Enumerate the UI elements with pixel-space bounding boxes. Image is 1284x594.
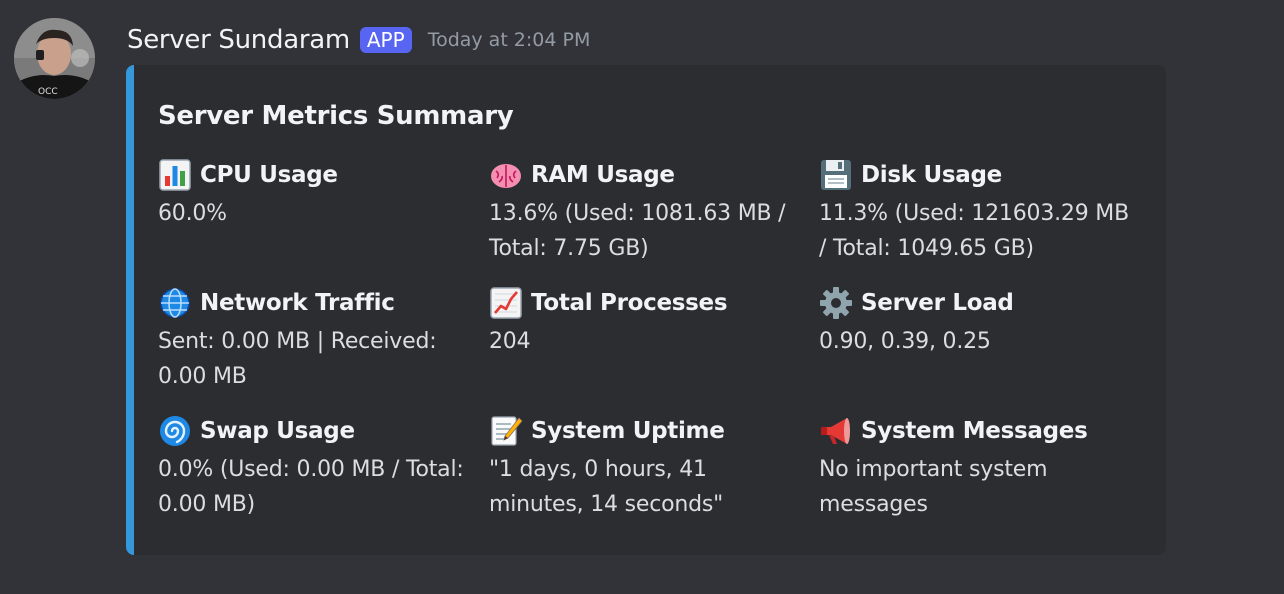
embed-accent-bar <box>126 65 134 555</box>
field-value: 0.0% (Used: 0.00 MB / Total: 0.00 MB) <box>158 457 464 517</box>
user-avatar-photo: OCC <box>14 18 95 99</box>
field-network-traffic: Network Traffic Sent: 0.00 MB | Received… <box>158 286 474 394</box>
memo-icon <box>489 414 523 448</box>
brain-icon <box>489 158 523 192</box>
field-value: 204 <box>489 329 531 354</box>
field-value: Sent: 0.00 MB | Received: 0.00 MB <box>158 329 437 389</box>
field-system-messages: System Messages No important system mess… <box>819 414 1135 522</box>
floppy-disk-icon <box>819 158 853 192</box>
field-ram-usage: RAM Usage 13.6% (Used: 1081.63 MB / Tota… <box>489 158 805 266</box>
chat-message: OCC Server Sundaram APP Today at 2:04 PM… <box>0 0 1284 594</box>
field-name-label: Network Traffic <box>200 290 395 316</box>
field-name-label: RAM Usage <box>531 162 675 188</box>
field-value: 11.3% (Used: 121603.29 MB / Total: 1049.… <box>819 201 1129 261</box>
field-name-label: CPU Usage <box>200 162 338 188</box>
username[interactable]: Server Sundaram <box>127 25 350 55</box>
svg-text:OCC: OCC <box>38 87 58 97</box>
field-name-label: Total Processes <box>531 290 728 316</box>
gear-icon <box>819 286 853 320</box>
avatar[interactable]: OCC <box>14 18 95 99</box>
field-name-label: System Messages <box>861 418 1088 444</box>
field-value: "1 days, 0 hours, 41 minutes, 14 seconds… <box>489 457 724 517</box>
message-header: Server Sundaram APP Today at 2:04 PM <box>127 22 590 58</box>
field-total-processes: Total Processes 204 <box>489 286 805 359</box>
field-value: No important system messages <box>819 457 1048 517</box>
megaphone-icon <box>819 414 853 448</box>
field-name-label: Server Load <box>861 290 1014 316</box>
field-value: 60.0% <box>158 201 227 226</box>
message-timestamp[interactable]: Today at 2:04 PM <box>428 29 591 51</box>
trending-up-chart-icon <box>489 286 523 320</box>
bar-chart-icon <box>158 158 192 192</box>
field-server-load: Server Load 0.90, 0.39, 0.25 <box>819 286 1135 359</box>
app-badge: APP <box>359 27 412 53</box>
field-value: 0.90, 0.39, 0.25 <box>819 329 991 354</box>
field-value: 13.6% (Used: 1081.63 MB / Total: 7.75 GB… <box>489 201 786 261</box>
cyclone-icon <box>158 414 192 448</box>
globe-icon <box>158 286 192 320</box>
field-disk-usage: Disk Usage 11.3% (Used: 121603.29 MB / T… <box>819 158 1135 266</box>
embed-card: Server Metrics Summary CPU Usage 60.0% R… <box>126 65 1166 555</box>
field-swap-usage: Swap Usage 0.0% (Used: 0.00 MB / Total: … <box>158 414 474 522</box>
field-system-uptime: System Uptime "1 days, 0 hours, 41 minut… <box>489 414 805 522</box>
field-cpu-usage: CPU Usage 60.0% <box>158 158 474 231</box>
field-name-label: System Uptime <box>531 418 725 444</box>
embed-title: Server Metrics Summary <box>158 101 514 131</box>
field-name-label: Swap Usage <box>200 418 355 444</box>
field-name-label: Disk Usage <box>861 162 1002 188</box>
